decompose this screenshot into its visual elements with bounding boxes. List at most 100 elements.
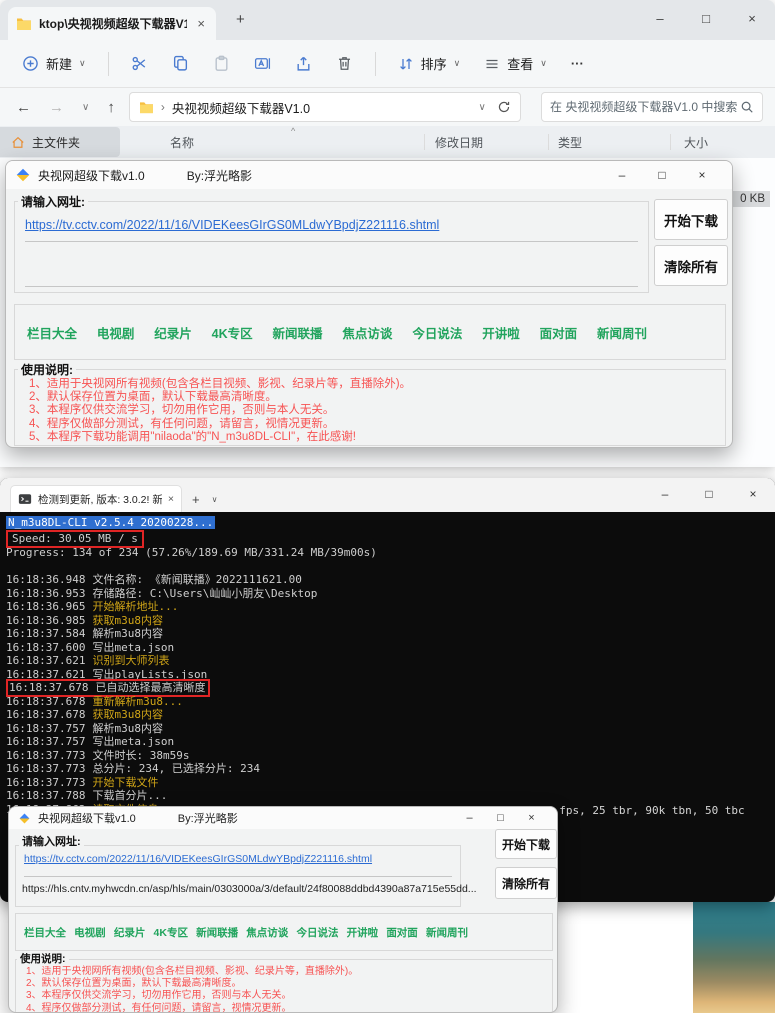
address-chevron-icon[interactable]: ∨ — [475, 102, 490, 113]
minimize-icon[interactable]: – — [637, 0, 683, 36]
log-message: 总分片: 234, 已选择分片: 234 — [92, 762, 260, 775]
channel-link[interactable]: 新闻联播 — [196, 925, 238, 940]
log-message: 重新解析m3u8... — [92, 694, 183, 708]
share-button[interactable] — [287, 49, 320, 78]
close-icon[interactable]: × — [682, 168, 722, 182]
forward-icon[interactable]: → — [45, 99, 68, 116]
copy-button[interactable] — [164, 49, 197, 78]
log-message: 写出meta.json — [92, 735, 175, 748]
sidebar-item-home[interactable]: 主文件夹 — [0, 127, 120, 157]
column-header-type[interactable]: 类型 — [558, 134, 582, 151]
address-bar[interactable]: › 央视视频超级下载器V1.0 ∨ — [128, 92, 521, 122]
log-message: 下载首分片... — [92, 789, 168, 802]
maximize-icon[interactable]: □ — [485, 812, 516, 824]
channel-link[interactable]: 新闻周刊 — [426, 925, 468, 940]
close-icon[interactable]: × — [729, 0, 775, 36]
new-tab-button[interactable]: + — [192, 492, 200, 507]
up-icon[interactable]: ↑ — [103, 99, 119, 116]
url-field-underline[interactable] — [25, 286, 638, 287]
url-input-group: https://tv.cctv.com/2022/11/16/VIDEKeesG… — [14, 201, 649, 293]
log-message: 写出meta.json — [92, 640, 175, 654]
refresh-icon[interactable] — [497, 100, 511, 114]
channel-link[interactable]: 焦点访谈 — [246, 925, 288, 940]
column-header-name[interactable]: 名称 — [170, 134, 194, 151]
maximize-icon[interactable]: □ — [642, 168, 682, 182]
sort-button[interactable]: 排序 ∨ — [390, 48, 469, 79]
clear-all-button[interactable]: 清除所有 — [654, 245, 728, 286]
search-input[interactable] — [550, 100, 740, 114]
channel-link[interactable]: 4K专区 — [154, 925, 188, 940]
log-timestamp: 16:18:37.678 — [9, 681, 89, 694]
terminal-log-line: 16:18:37.757 解析m3u8内容 — [6, 722, 775, 736]
resolved-url-text[interactable]: https://hls.cntv.myhwcdn.cn/asp/hls/main… — [22, 883, 477, 895]
tab-close-icon[interactable]: × — [168, 493, 174, 505]
channel-link[interactable]: 栏目大全 — [27, 323, 77, 342]
channel-link[interactable]: 面对面 — [386, 925, 418, 940]
channel-link[interactable]: 今日说法 — [296, 925, 338, 940]
column-separator[interactable] — [424, 134, 425, 150]
channel-link[interactable]: 新闻联播 — [273, 323, 323, 342]
sidebar-item-home-label: 主文件夹 — [32, 135, 81, 150]
channel-link[interactable]: 4K专区 — [212, 323, 253, 342]
toolbar-separator — [374, 51, 376, 76]
source-url-link[interactable]: https://tv.cctv.com/2022/11/16/VIDEKeesG… — [25, 218, 439, 232]
terminal-tab[interactable]: 检测到更新, 版本: 3.0.2! 新增 × — [10, 485, 182, 512]
terminal-log-line: 16:18:37.678 重新解析m3u8... — [6, 695, 775, 709]
column-separator[interactable] — [670, 134, 671, 150]
cut-button[interactable] — [123, 49, 156, 78]
url-label: 请输入网址: — [18, 193, 88, 210]
log-timestamp: 16:18:36.953 — [6, 586, 86, 600]
desktop-wallpaper — [693, 902, 775, 1013]
column-separator[interactable] — [548, 134, 549, 150]
sort-ascending-icon: ^ — [291, 126, 296, 136]
log-message: 存储路径: C:\Users\屾屾小朋友\Desktop — [92, 586, 318, 600]
channel-link[interactable]: 电视剧 — [97, 323, 135, 342]
history-chevron-icon[interactable]: ∨ — [78, 102, 93, 113]
search-box[interactable] — [541, 92, 763, 122]
delete-button[interactable] — [328, 49, 361, 78]
log-timestamp: 16:18:36.948 — [6, 573, 86, 586]
url-field-underline[interactable] — [25, 241, 638, 242]
tab-close-icon[interactable]: × — [194, 16, 208, 31]
view-button[interactable]: 查看 ∨ — [476, 48, 555, 79]
new-tab-button[interactable]: + — [228, 9, 253, 30]
maximize-icon[interactable]: □ — [683, 0, 729, 36]
source-url-link[interactable]: https://tv.cctv.com/2022/11/16/VIDEKeesG… — [24, 853, 372, 865]
url-field-underline[interactable] — [24, 876, 452, 877]
minimize-icon[interactable]: – — [643, 478, 687, 510]
channel-link[interactable]: 新闻周刊 — [597, 323, 647, 342]
more-options-button[interactable]: ··· — [563, 50, 592, 77]
close-icon[interactable]: × — [731, 478, 775, 510]
channel-link[interactable]: 焦点访谈 — [342, 323, 392, 342]
channel-link[interactable]: 电视剧 — [74, 925, 106, 940]
back-icon[interactable]: ← — [12, 99, 35, 116]
explorer-tab[interactable]: ktop\央视视频超级下载器V1.0 × — [8, 7, 216, 40]
log-message: 识别到大师列表 — [92, 654, 170, 667]
rename-button[interactable] — [246, 49, 279, 78]
maximize-icon[interactable]: □ — [687, 478, 731, 510]
breadcrumb[interactable]: 央视视频超级下载器V1.0 — [172, 98, 310, 117]
column-header-modified[interactable]: 修改日期 — [435, 134, 483, 151]
channel-link[interactable]: 开讲啦 — [482, 323, 520, 342]
start-download-button[interactable]: 开始下载 — [654, 199, 728, 240]
new-button[interactable]: 新建 ∨ — [14, 48, 94, 79]
close-icon[interactable]: × — [516, 812, 547, 824]
column-header-size[interactable]: 大小 — [684, 134, 708, 151]
start-download-button[interactable]: 开始下载 — [495, 829, 557, 859]
channel-link[interactable]: 开讲啦 — [347, 925, 379, 940]
channel-link[interactable]: 栏目大全 — [24, 925, 66, 940]
log-timestamp: 16:18:37.773 — [6, 748, 86, 762]
paste-button[interactable] — [205, 49, 238, 78]
terminal-log-line: 16:18:36.948 文件名称: 《新闻联播》2022111621.00 — [6, 573, 775, 587]
url-input-group: https://tv.cctv.com/2022/11/16/VIDEKeesG… — [15, 845, 477, 907]
clear-all-button[interactable]: 清除所有 — [495, 867, 557, 899]
channel-link[interactable]: 纪录片 — [114, 925, 146, 940]
chevron-down-icon: ∨ — [453, 58, 461, 68]
channel-link[interactable]: 今日说法 — [412, 323, 462, 342]
tab-dropdown-icon[interactable]: ∨ — [212, 495, 218, 504]
minimize-icon[interactable]: – — [602, 168, 642, 182]
minimize-icon[interactable]: – — [454, 812, 485, 824]
channel-link[interactable]: 纪录片 — [154, 323, 192, 342]
channel-link[interactable]: 面对面 — [540, 323, 578, 342]
